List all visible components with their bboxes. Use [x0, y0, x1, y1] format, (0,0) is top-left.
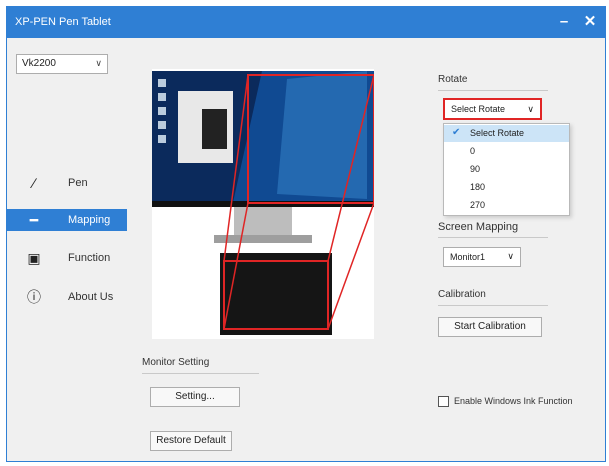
rotate-option-180[interactable]: 180 — [444, 179, 569, 196]
chevron-down-icon: ∨ — [527, 104, 534, 114]
check-icon: ✔ — [452, 127, 461, 138]
sidebar-item-label: Mapping — [68, 214, 111, 226]
sidebar-item-about[interactable]: ⓘ About Us — [7, 286, 127, 308]
sidebar-item-label: Pen — [68, 177, 88, 189]
chevron-down-icon: ∨ — [507, 251, 514, 261]
screen-mapping-value: Monitor1 — [450, 252, 486, 262]
sidebar-item-pen[interactable]: ∕ Pen — [7, 172, 127, 194]
rotate-label: Rotate — [438, 74, 468, 85]
rotate-option-270[interactable]: 270 — [444, 197, 569, 214]
pen-icon: ∕ — [32, 175, 36, 191]
rotate-select[interactable]: Select Rotate ∨ — [443, 98, 542, 120]
restore-default-button[interactable]: Restore Default — [150, 431, 232, 451]
monitor-setting-label: Monitor Setting — [142, 357, 210, 368]
divider — [438, 305, 548, 306]
mapping-preview-graphic — [152, 69, 375, 339]
chevron-down-icon: ∨ — [95, 58, 102, 68]
mapping-preview — [152, 69, 375, 339]
sidebar-item-label: Function — [68, 252, 111, 264]
rotate-option-select[interactable]: ✔ Select Rotate — [444, 125, 569, 142]
rotate-option-0[interactable]: 0 — [444, 143, 569, 160]
title-bar[interactable]: XP-PEN Pen Tablet – ✕ — [7, 7, 605, 38]
rotate-dropdown-menu: ✔ Select Rotate 0 90 180 270 — [443, 123, 570, 216]
sidebar-item-function[interactable]: ▣ Function — [7, 247, 127, 269]
screen-mapping-label: Screen Mapping — [438, 221, 519, 233]
setting-button[interactable]: Setting... — [150, 387, 240, 407]
window-title: XP-PEN Pen Tablet — [15, 16, 111, 28]
start-calibration-button[interactable]: Start Calibration — [438, 317, 542, 337]
divider — [438, 237, 548, 238]
windows-ink-checkbox[interactable] — [438, 396, 449, 407]
rotate-option-90[interactable]: 90 — [444, 161, 569, 178]
divider — [438, 90, 548, 91]
mapping-icon: ━ — [29, 212, 39, 228]
rotate-select-value: Select Rotate — [451, 104, 506, 114]
divider — [142, 373, 259, 374]
app-window: XP-PEN Pen Tablet – ✕ Vk2200 ∨ ∕ Pen ━ M… — [6, 6, 606, 462]
device-select-value: Vk2200 — [22, 58, 56, 69]
device-select[interactable]: Vk2200 ∨ — [16, 54, 108, 74]
minimize-button[interactable]: – — [553, 12, 575, 32]
function-icon: ▣ — [27, 250, 41, 266]
sidebar-item-mapping[interactable]: ━ Mapping — [7, 209, 127, 231]
info-icon: ⓘ — [27, 289, 41, 305]
screen-mapping-select[interactable]: Monitor1 ∨ — [443, 247, 521, 267]
calibration-label: Calibration — [438, 289, 486, 300]
windows-ink-label: Enable Windows Ink Function — [454, 396, 573, 406]
close-button[interactable]: ✕ — [579, 12, 601, 32]
sidebar-item-label: About Us — [68, 291, 114, 303]
